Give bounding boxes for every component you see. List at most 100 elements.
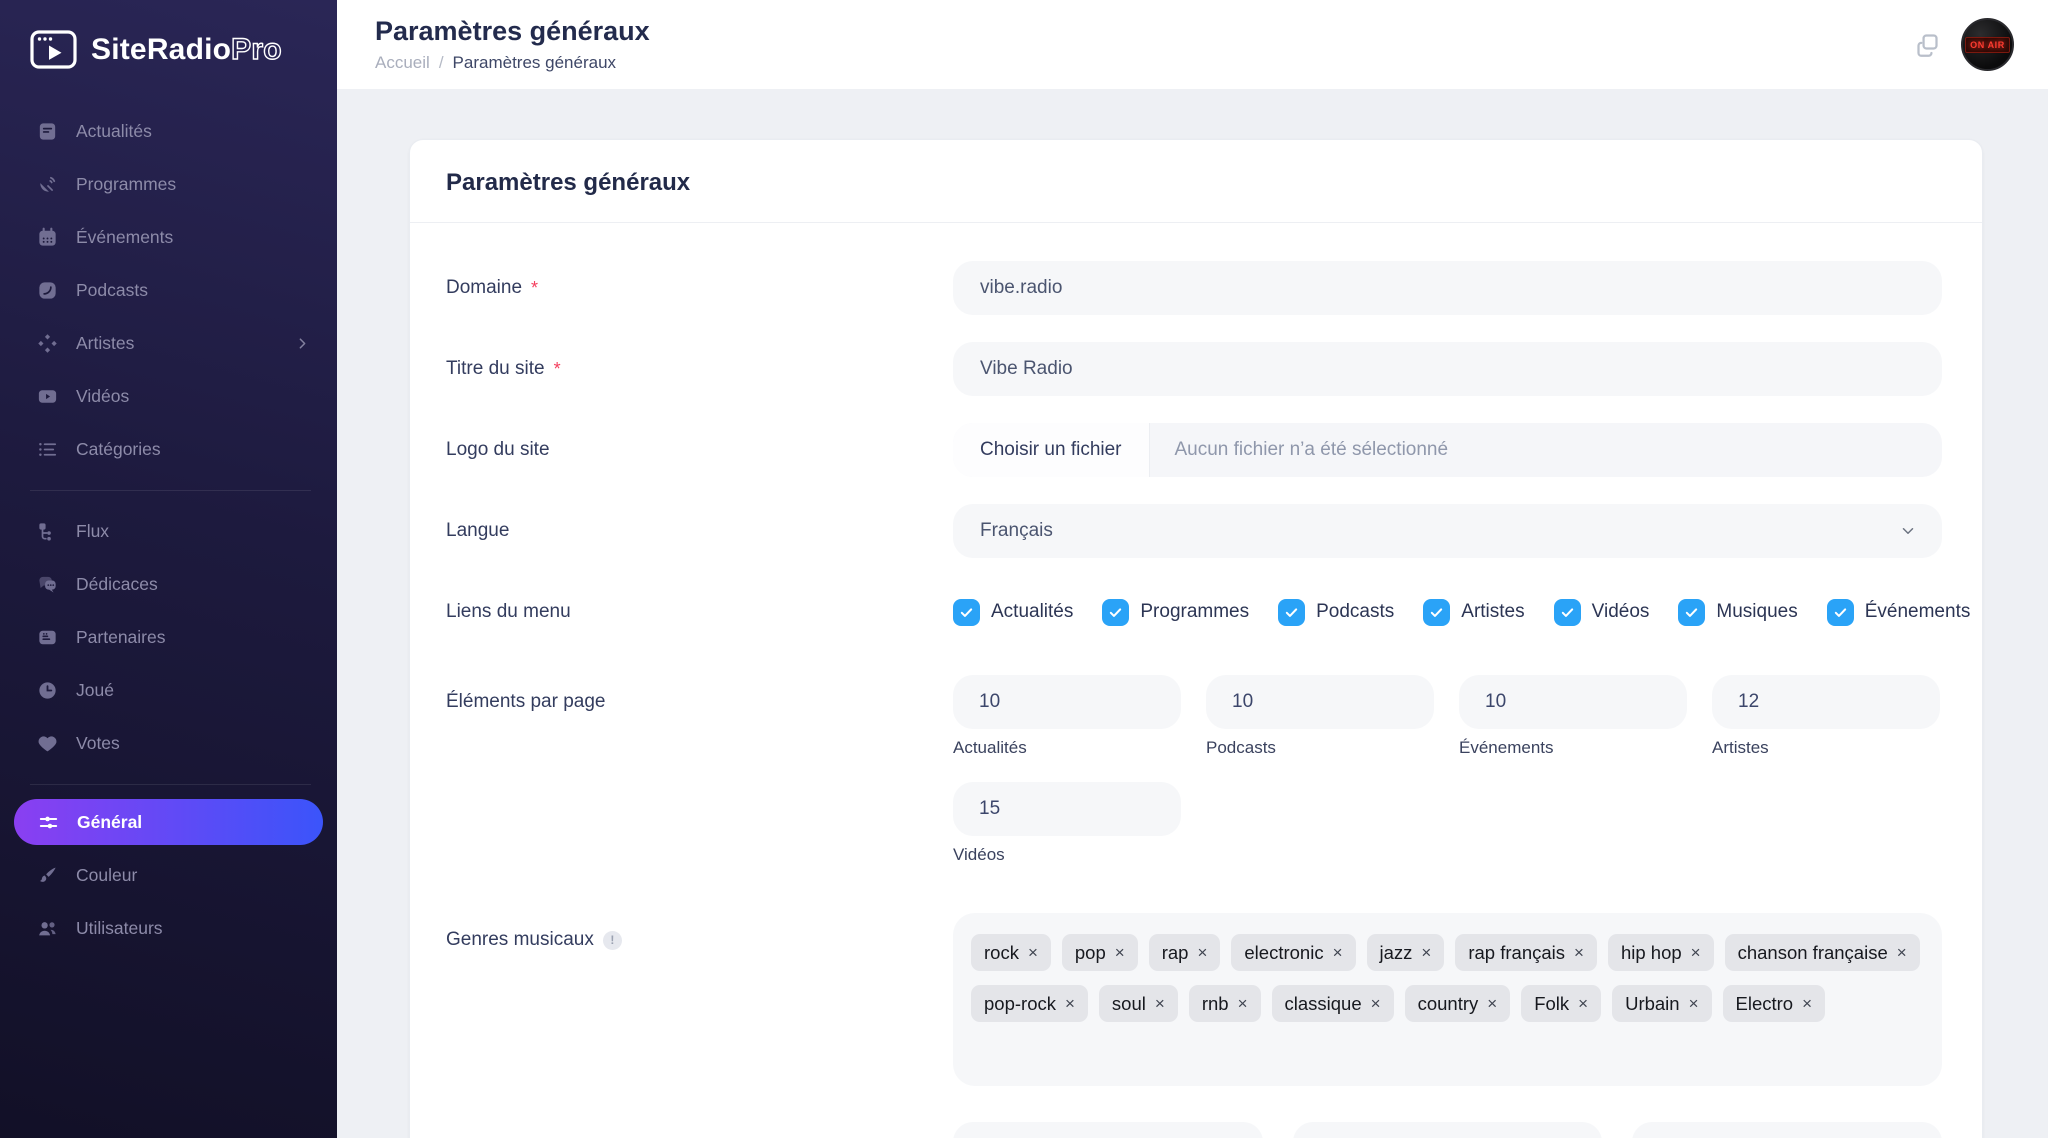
user-avatar[interactable]: ON AIR [1961,18,2014,71]
per-page-artistes-input[interactable] [1712,675,1940,729]
info-icon[interactable]: ! [603,931,622,950]
per-page-podcasts-input[interactable] [1206,675,1434,729]
per-page-cell: Artistes [1712,675,1940,758]
checkbox-programmes[interactable]: Programmes [1102,599,1249,626]
genre-tag: chanson française× [1725,934,1920,971]
social-label: Liens sociaux [446,1122,953,1138]
sidebar-item-categories[interactable]: Catégories [0,423,337,476]
checkbox-checked-icon[interactable] [1678,599,1705,626]
remove-tag-button[interactable]: × [1578,995,1588,1012]
breadcrumb-current: Paramètres généraux [453,53,616,73]
sidebar-item-evenements[interactable]: Événements [0,211,337,264]
sidebar-item-utilisateurs[interactable]: Utilisateurs [0,902,337,955]
calendar-icon [36,226,59,249]
brand-suffix: Pro [231,33,282,66]
genre-tag: pop× [1062,934,1138,971]
sidebar-item-label: Couleur [76,865,137,886]
sidebar-item-label: Artistes [76,333,134,354]
per-page-caption: Vidéos [953,845,1181,865]
sidebar-item-label: Utilisateurs [76,918,163,939]
sidebar-nav: Actualités Programmes Événements Podcast… [0,91,337,955]
sidebar-item-videos[interactable]: Vidéos [0,370,337,423]
remove-tag-button[interactable]: × [1197,944,1207,961]
remove-tag-button[interactable]: × [1371,995,1381,1012]
remove-tag-button[interactable]: × [1689,995,1699,1012]
checkbox-checked-icon[interactable] [1423,599,1450,626]
remove-tag-button[interactable]: × [1897,944,1907,961]
sidebar-item-actualites[interactable]: Actualités [0,105,337,158]
content-scroll-area: Paramètres généraux Domaine * Titre du s… [337,89,2048,1138]
sidebar-item-joue[interactable]: Joué [0,664,337,717]
checkbox-musiques[interactable]: Musiques [1678,599,1797,626]
breadcrumb-home-link[interactable]: Accueil [375,53,430,73]
genre-tag: Urbain× [1612,985,1711,1022]
sidebar-item-programmes[interactable]: Programmes [0,158,337,211]
facebook-url-input[interactable] [953,1122,1263,1138]
sidebar-item-podcasts[interactable]: Podcasts [0,264,337,317]
remove-tag-button[interactable]: × [1691,944,1701,961]
sidebar-item-label: Podcasts [76,280,148,301]
genre-tag: pop-rock× [971,985,1088,1022]
checkbox-checked-icon[interactable] [1278,599,1305,626]
per-page-evenements-input[interactable] [1459,675,1687,729]
checkbox-checked-icon[interactable] [1102,599,1129,626]
diamonds-icon [36,332,59,355]
instagram-url-input[interactable] [1632,1122,1942,1138]
sidebar-item-couleur[interactable]: Couleur [0,849,337,902]
form-row-domaine: Domaine * [446,261,1946,315]
language-select[interactable]: Français [953,504,1942,558]
sidebar-item-flux[interactable]: Flux [0,505,337,558]
remove-tag-button[interactable]: × [1333,944,1343,961]
sidebar-item-dedicaces[interactable]: Dédicaces [0,558,337,611]
sidebar-item-general[interactable]: Général [14,799,323,845]
sidebar-item-label: Vidéos [76,386,129,407]
checkbox-checked-icon[interactable] [1554,599,1581,626]
brand-logo: SiteRadioPro [0,0,337,91]
remove-tag-button[interactable]: × [1065,995,1075,1012]
remove-tag-button[interactable]: × [1155,995,1165,1012]
genre-tag: country× [1405,985,1511,1022]
sidebar-divider [30,490,311,491]
video-icon [36,385,59,408]
site-title-input[interactable] [953,342,1942,396]
domaine-input[interactable] [953,261,1942,315]
per-page-cell: Podcasts [1206,675,1434,758]
remove-tag-button[interactable]: × [1028,944,1038,961]
main-area: Paramètres généraux Accueil / Paramètres… [337,0,2048,1138]
checkbox-videos[interactable]: Vidéos [1554,599,1650,626]
langue-label: Langue [446,504,953,558]
checkbox-artistes[interactable]: Artistes [1423,599,1524,626]
choose-file-button[interactable]: Choisir un fichier [953,423,1150,477]
checkbox-evenements[interactable]: Événements [1827,599,1971,626]
chevron-right-icon [294,335,311,352]
sidebar-item-artistes[interactable]: Artistes [0,317,337,370]
remove-tag-button[interactable]: × [1421,944,1431,961]
checkbox-actualites[interactable]: Actualités [953,599,1073,626]
remove-tag-button[interactable]: × [1574,944,1584,961]
remove-tag-button[interactable]: × [1802,995,1812,1012]
checkbox-checked-icon[interactable] [1827,599,1854,626]
heart-icon [36,732,59,755]
logo-file-input[interactable]: Choisir un fichier Aucun fichier n’a été… [953,423,1942,477]
news-icon [36,120,59,143]
clock-icon [36,679,59,702]
genre-tag: classique× [1272,985,1394,1022]
topbar-left: Paramètres généraux Accueil / Paramètres… [375,16,650,73]
sidebar-item-votes[interactable]: Votes [0,717,337,770]
per-page-videos-input[interactable] [953,782,1181,836]
checkbox-podcasts[interactable]: Podcasts [1278,599,1394,626]
page-title: Paramètres généraux [375,16,650,47]
remove-tag-button[interactable]: × [1115,944,1125,961]
per-page-actualites-input[interactable] [953,675,1181,729]
remove-tag-button[interactable]: × [1487,995,1497,1012]
social-url-input-2[interactable] [1293,1122,1603,1138]
checkbox-checked-icon[interactable] [953,599,980,626]
per-page-caption: Actualités [953,738,1181,758]
on-air-sign: ON AIR [1965,37,2010,53]
play-window-icon [30,30,77,69]
copy-button[interactable] [1914,31,1941,58]
sidebar-item-partenaires[interactable]: Partenaires [0,611,337,664]
required-mark: * [531,261,538,315]
remove-tag-button[interactable]: × [1238,995,1248,1012]
genres-tags-field[interactable]: rock× pop× rap× electronic× jazz× rap fr… [953,913,1942,1086]
